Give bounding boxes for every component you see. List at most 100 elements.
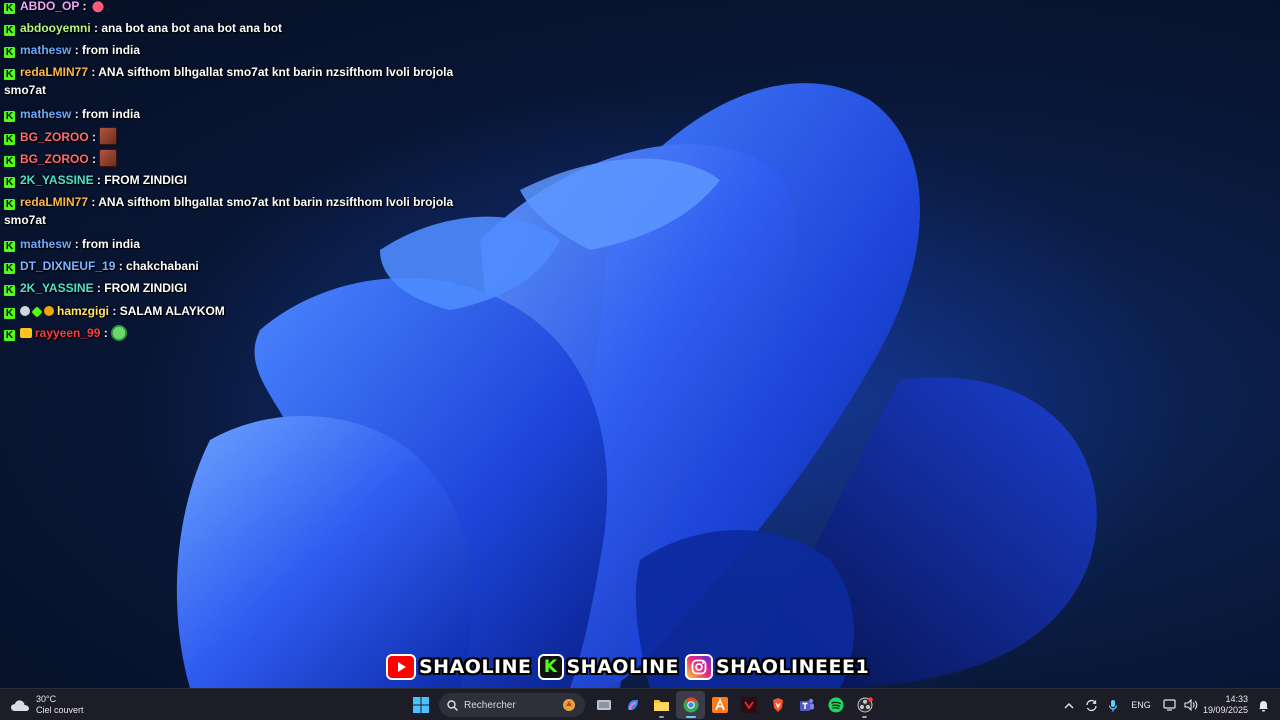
kick-badge-icon: K xyxy=(4,47,15,58)
chat-username: ABDO_OP xyxy=(20,0,80,13)
copilot-icon xyxy=(627,700,638,711)
microphone-icon xyxy=(1108,699,1118,711)
chat-message: K ABDO_OP : xyxy=(4,0,464,15)
chat-username: redaLMIN77 xyxy=(20,65,89,79)
chat-separator: : xyxy=(71,107,83,121)
search-highlight-icon xyxy=(563,699,575,711)
chat-message: K BG_ZOROO : xyxy=(4,127,464,146)
app-a-icon xyxy=(711,697,728,713)
kick-handle: K SHAOLINE xyxy=(537,654,680,680)
chat-text: FROM ZINDIGI xyxy=(104,173,187,187)
chat-separator: : xyxy=(93,173,105,187)
kick-badge-icon: K xyxy=(4,111,15,122)
instagram-handle: SHAOLINEEE1 xyxy=(685,654,869,680)
bell-icon xyxy=(1258,700,1268,711)
youtube-name: SHAOLINE xyxy=(419,656,532,678)
crown-badge-icon xyxy=(20,328,32,338)
chat-message: K 2K_YASSINE : FROM ZINDIGI xyxy=(4,279,464,297)
brave-icon xyxy=(772,698,783,712)
folder-icon xyxy=(654,700,669,711)
start-button[interactable] xyxy=(406,691,435,719)
volume-button[interactable] xyxy=(1180,691,1202,719)
kick-badge-icon: K xyxy=(4,241,15,252)
weather-temp: 30°C xyxy=(36,694,57,704)
app-tv-icon xyxy=(740,697,757,713)
network-button[interactable] xyxy=(1158,691,1180,719)
chat-message: Khamzgigi : SALAM ALAYKOM xyxy=(4,302,464,320)
chrome-button[interactable] xyxy=(676,691,705,719)
chat-separator: : xyxy=(88,152,100,166)
chat-message: Kabdooyemni : ana bot ana bot ana bot an… xyxy=(4,19,464,37)
kick-badge-icon: K xyxy=(4,156,15,167)
chat-username: hamzgigi xyxy=(57,304,110,318)
app-a-button[interactable] xyxy=(705,691,734,719)
chat-username: redaLMIN77 xyxy=(20,195,89,209)
sync-button[interactable] xyxy=(1080,691,1102,719)
chat-text: ANA sifthom blhgallat smo7at knt barin n… xyxy=(98,65,454,79)
search-icon xyxy=(447,699,458,711)
chat-username: mathesw xyxy=(20,43,72,57)
brave-button[interactable] xyxy=(763,691,792,719)
chat-username: abdooyemni xyxy=(20,21,91,35)
chat-text-continued: smo7at xyxy=(4,213,47,227)
volume-icon xyxy=(1184,699,1198,711)
kick-badge-icon: K xyxy=(4,25,15,36)
chat-message: KredaLMIN77 : ANA sifthom blhgallat smo7… xyxy=(4,193,464,229)
chat-message: K DT_DIXNEUF_19 : chakchabani xyxy=(4,257,464,275)
chat-username: rayyeen_99 xyxy=(35,326,101,340)
chat-separator: : xyxy=(88,65,99,79)
chat-username: 2K_YASSINE xyxy=(20,173,94,187)
teams-button[interactable] xyxy=(792,691,821,719)
crab-emote-icon xyxy=(89,0,106,14)
chat-username: BG_ZOROO xyxy=(20,130,89,144)
spotify-button[interactable] xyxy=(821,691,850,719)
chat-text-continued: smo7at xyxy=(4,83,47,97)
task-view-button[interactable] xyxy=(589,691,618,719)
chat-username: BG_ZOROO xyxy=(20,152,89,166)
chat-message: K BG_ZOROO : xyxy=(4,149,464,168)
spotify-icon xyxy=(828,697,843,713)
microphone-button[interactable] xyxy=(1102,691,1124,719)
weather-widget[interactable]: 30°C Ciel couvert xyxy=(10,693,84,717)
clock-time: 14:33 xyxy=(1225,694,1248,704)
chat-text: from india xyxy=(82,237,141,251)
tray-overflow-button[interactable] xyxy=(1058,691,1080,719)
system-tray: ENG 14:33 19/09/2025 xyxy=(1058,691,1272,719)
notification-button[interactable] xyxy=(1254,691,1272,719)
chat-text: ana bot ana bot ana bot ana bot xyxy=(101,21,283,35)
kick-badge-icon: K xyxy=(4,134,15,145)
chat-separator: : xyxy=(71,237,83,251)
obs-button[interactable] xyxy=(850,691,879,719)
youtube-icon xyxy=(386,654,416,680)
teams-icon xyxy=(799,698,814,711)
chat-message: Kmathesw : from india xyxy=(4,105,464,123)
chat-message: Kmathesw : from india xyxy=(4,235,464,253)
kick-name: SHAOLINE xyxy=(566,656,679,678)
instagram-name: SHAOLINEEE1 xyxy=(716,656,870,678)
chat-message: KredaLMIN77 : ANA sifthom blhgallat smo7… xyxy=(4,63,464,99)
taskbar-search[interactable]: Rechercher xyxy=(439,693,585,717)
chat-username: DT_DIXNEUF_19 xyxy=(20,259,116,273)
sub-badge-icon xyxy=(44,306,54,316)
file-explorer-button[interactable] xyxy=(647,691,676,719)
obs-icon xyxy=(857,697,873,713)
kick-badge-icon: K xyxy=(4,308,15,319)
kick-badge-icon: K xyxy=(4,263,15,274)
windows-icon xyxy=(412,697,429,713)
gift-badge-icon xyxy=(31,306,43,318)
kick-badge-icon: K xyxy=(4,199,15,210)
chat-separator: : xyxy=(71,43,83,57)
copilot-button[interactable] xyxy=(618,691,647,719)
chat-text: from india xyxy=(82,107,141,121)
chat-separator: : xyxy=(88,130,100,144)
language-button[interactable]: ENG xyxy=(1124,691,1158,719)
chat-separator: : xyxy=(93,281,105,295)
chevron-up-icon xyxy=(1064,702,1074,708)
clock[interactable]: 14:33 19/09/2025 xyxy=(1202,694,1248,716)
clock-date: 19/09/2025 xyxy=(1202,705,1248,715)
verified-badge-icon xyxy=(20,306,30,316)
kick-badge-icon: K xyxy=(4,330,15,341)
app-tv-button[interactable] xyxy=(734,691,763,719)
kick-icon: K xyxy=(537,654,564,680)
chat-separator: : xyxy=(88,195,99,209)
